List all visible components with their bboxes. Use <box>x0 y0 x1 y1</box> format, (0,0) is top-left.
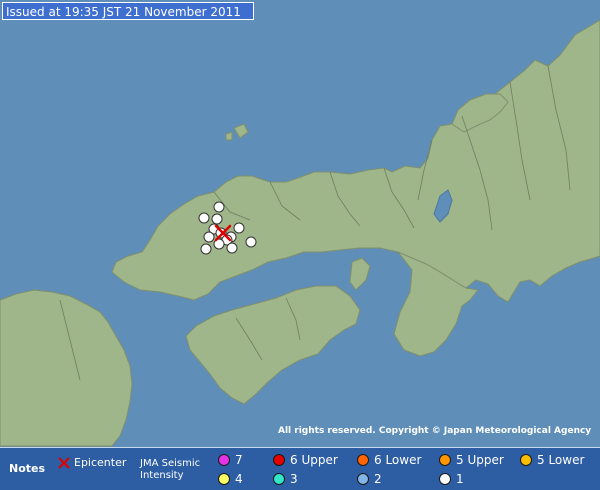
station-marker <box>245 236 257 248</box>
issued-timestamp: Issued at 19:35 JST 21 November 2011 <box>2 2 254 20</box>
intensity-label: 6 Upper <box>290 453 338 467</box>
intensity-swatch <box>357 473 369 485</box>
intensity-swatch <box>439 473 451 485</box>
intensity-swatch <box>218 473 230 485</box>
intensity-label: 5 Lower <box>537 453 585 467</box>
intensity-swatch <box>439 454 451 466</box>
jma-intensity-title-line1: JMA Seismic <box>140 458 201 469</box>
station-marker <box>211 213 223 225</box>
station-marker <box>226 242 238 254</box>
legend-bar: Notes Epicenter JMA Seismic Intensity 7 … <box>0 447 600 490</box>
station-marker <box>233 222 245 234</box>
seismic-intensity-map: Issued at 19:35 JST 21 November 2011 All… <box>0 0 600 490</box>
notes-label: Notes <box>9 462 46 475</box>
intensity-swatch <box>273 454 285 466</box>
jma-intensity-title-line2: Intensity <box>140 470 184 481</box>
station-marker <box>198 212 210 224</box>
intensity-label: 7 <box>235 453 243 467</box>
intensity-swatch <box>520 454 532 466</box>
intensity-swatch <box>218 454 230 466</box>
intensity-label: 3 <box>290 472 298 486</box>
station-marker <box>213 201 225 213</box>
station-marker <box>203 231 215 243</box>
intensity-label: 4 <box>235 472 243 486</box>
intensity-swatch <box>273 473 285 485</box>
epicenter-legend-label: Epicenter <box>74 456 127 469</box>
epicenter-legend-icon <box>58 457 70 469</box>
map-canvas <box>0 0 600 490</box>
intensity-label: 5 Upper <box>456 453 504 467</box>
intensity-swatch <box>357 454 369 466</box>
intensity-label: 1 <box>456 472 464 486</box>
intensity-label: 2 <box>374 472 382 486</box>
station-marker <box>200 243 212 255</box>
copyright-notice: All rights reserved. Copyright © Japan M… <box>278 426 592 436</box>
intensity-label: 6 Lower <box>374 453 422 467</box>
